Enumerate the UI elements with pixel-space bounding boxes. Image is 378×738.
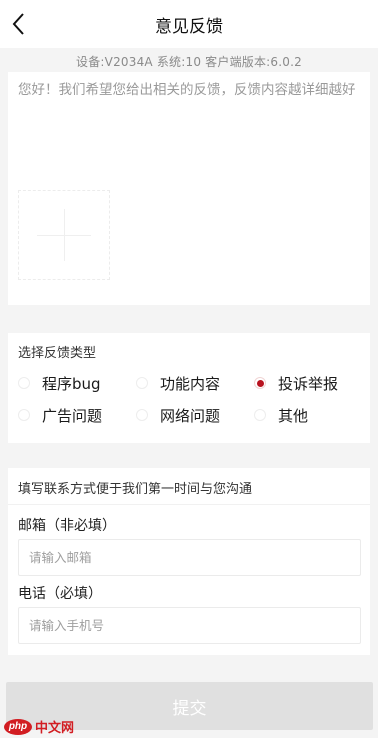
feedback-type-card: 选择反馈类型 程序bug 功能内容 投诉举报 广告问题 网络问题 其他: [8, 333, 370, 443]
submit-button[interactable]: 提交: [6, 682, 373, 730]
option-label: 程序bug: [42, 374, 101, 393]
radio-button-selected[interactable]: [254, 377, 266, 389]
option-label: 其他: [278, 406, 309, 425]
phone-label: 电话（必填）: [18, 586, 102, 602]
option-label: 功能内容: [160, 374, 221, 393]
option-feature-content[interactable]: 功能内容: [136, 372, 220, 394]
option-other[interactable]: 其他: [254, 404, 308, 426]
email-label: 邮箱（非必填）: [18, 518, 116, 534]
radio-button[interactable]: [18, 377, 30, 389]
navigation-bar: 意见反馈: [0, 0, 378, 48]
option-label: 网络问题: [160, 406, 221, 425]
radio-button[interactable]: [18, 409, 30, 421]
contact-card: 填写联系方式便于我们第一时间与您沟通 邮箱（非必填） 电话（必填）: [8, 468, 370, 655]
device-info: 设备:V2034A 系统:10 客户端版本:6.0.2: [76, 55, 302, 69]
contact-title: 填写联系方式便于我们第一时间与您沟通: [18, 482, 253, 497]
option-label: 广告问题: [42, 406, 103, 425]
feedback-type-title: 选择反馈类型: [18, 346, 97, 361]
email-field[interactable]: [18, 539, 361, 576]
divider: [8, 504, 370, 505]
radio-button[interactable]: [136, 377, 148, 389]
feedback-textarea[interactable]: [18, 80, 362, 190]
option-ad-issue[interactable]: 广告问题: [18, 404, 102, 426]
option-complaint-report[interactable]: 投诉举报: [254, 372, 338, 394]
page-title: 意见反馈: [155, 17, 223, 37]
radio-button[interactable]: [136, 409, 148, 421]
option-network-issue[interactable]: 网络问题: [136, 404, 220, 426]
radio-button[interactable]: [254, 409, 266, 421]
feedback-card: [8, 72, 370, 305]
option-program-bug[interactable]: 程序bug: [18, 372, 101, 394]
add-image-button[interactable]: [18, 190, 110, 280]
option-label: 投诉举报: [278, 374, 339, 393]
phone-field[interactable]: [18, 607, 361, 644]
